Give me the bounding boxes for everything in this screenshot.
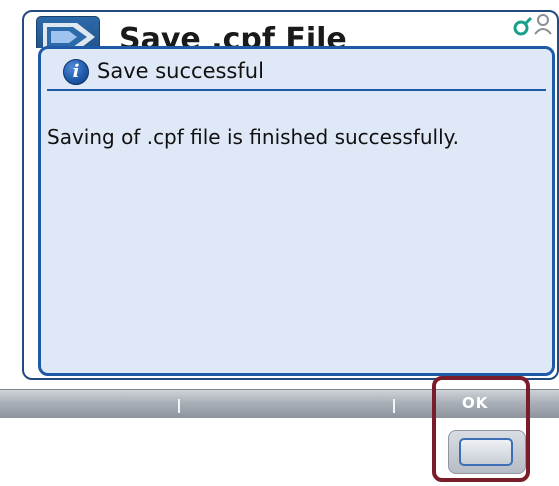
user-icon [534,14,552,35]
save-successful-dialog: i Save successful Saving of .cpf file is… [38,46,555,376]
ok-softkey-button[interactable] [448,430,526,474]
dialog-title: Save successful [97,59,264,83]
ok-softkey-button-face[interactable] [459,438,513,466]
softkey-toolbar: OK [0,389,559,418]
ok-softkey-label[interactable]: OK [462,394,488,412]
background-window-title: Save .cpf File [119,22,347,48]
network-icon [513,16,533,36]
status-icons [509,12,557,40]
dialog-header: i Save successful [47,53,546,91]
toolbar-separator [178,399,180,413]
toolbar-separator [393,399,395,413]
info-icon: i [63,59,89,85]
app-arrow-icon [36,16,100,48]
dialog-message: Saving of .cpf file is finished successf… [47,125,459,149]
background-window-titlebar: Save .cpf File [24,12,557,48]
